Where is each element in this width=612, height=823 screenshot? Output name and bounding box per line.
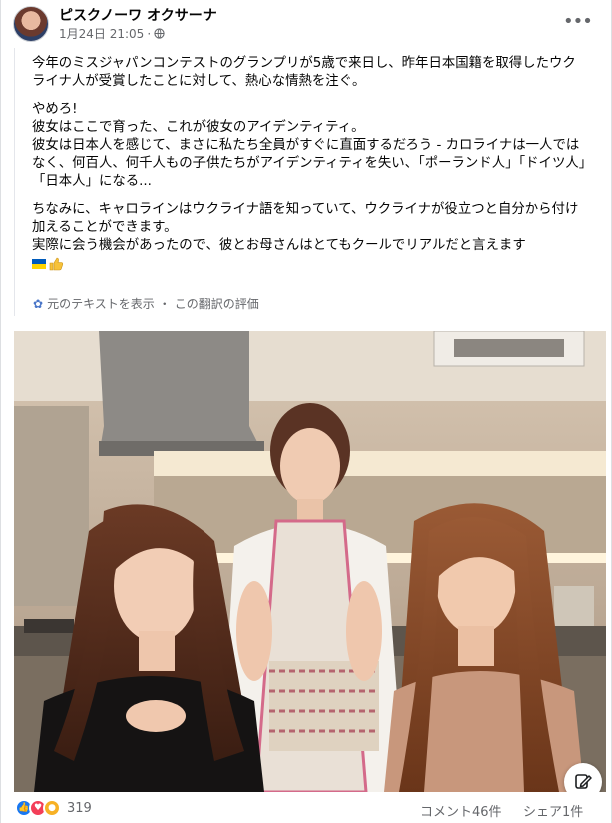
post-line: 彼女は日本人を感じて、まさに私たち全員がすぐに直面するだろう - カロライナは一… [32,138,586,189]
post-text: 今年のミスジャパンコンテストのグランプリが5歳で来日し、昨年日本国籍を取得したウ… [14,48,599,316]
reaction-count[interactable]: 319 [67,801,92,816]
gear-icon: ✿ [33,297,44,311]
rate-translation-link[interactable]: この翻訳の評価 [175,295,259,313]
translation-separator: ・ [158,297,171,311]
post-line: 実際に会う機会があったので、彼とお母さんはとてもクールでリアルだと言えます [32,238,526,253]
translation-bar: ✿ 元のテキストを表示 ・ この翻訳の評価 [33,295,259,313]
post-card: ピスクノーワ オクサーナ 1月24日 21:05 · ••• 今年のミスジャパン… [0,0,612,823]
show-original-link[interactable]: 元のテキストを表示 [47,295,155,313]
post-photo[interactable] [14,331,606,792]
post-paragraph-2: やめろ! 彼女はここで育った、これが彼女のアイデンティティ。 彼女は日本人を感じ… [32,101,589,191]
reactions-summary[interactable]: 👍 ♥ ● 319 [15,799,92,817]
comments-count[interactable]: コメント46件 [420,801,502,820]
post-footer: 👍 ♥ ● 319 コメント46件 シェア1件 [1,792,612,823]
shares-count[interactable]: シェア1件 [523,801,583,820]
photo-image [14,331,606,792]
care-icon: ● [43,799,61,817]
post-header: ピスクノーワ オクサーナ 1月24日 21:05 · ••• [1,0,612,48]
post-timestamp[interactable]: 1月24日 21:05 [59,25,144,42]
post-paragraph-1: 今年のミスジャパンコンテストのグランプリが5歳で来日し、昨年日本国籍を取得したウ… [32,56,576,89]
emoji-row [32,255,589,273]
author-avatar[interactable] [13,6,49,42]
post-line: 彼女はここで育った、これが彼女のアイデンティティ。 [32,120,365,135]
post-paragraph-3: ちなみに、キャロラインはウクライナ語を知っていて、ウクライナが役立つと自分から付… [32,201,589,255]
post-line: やめろ! [32,102,78,117]
author-name[interactable]: ピスクノーワ オクサーナ [59,5,217,25]
globe-icon [154,28,165,39]
more-horizontal-icon[interactable]: ••• [563,12,593,32]
post-line: ちなみに、キャロラインはウクライナ語を知っていて、ウクライナが役立つと自分から付… [32,202,579,235]
flag-ukraine-icon [32,259,46,269]
post-meta: 1月24日 21:05 · [59,25,165,42]
thumbs-up-icon [49,257,64,271]
